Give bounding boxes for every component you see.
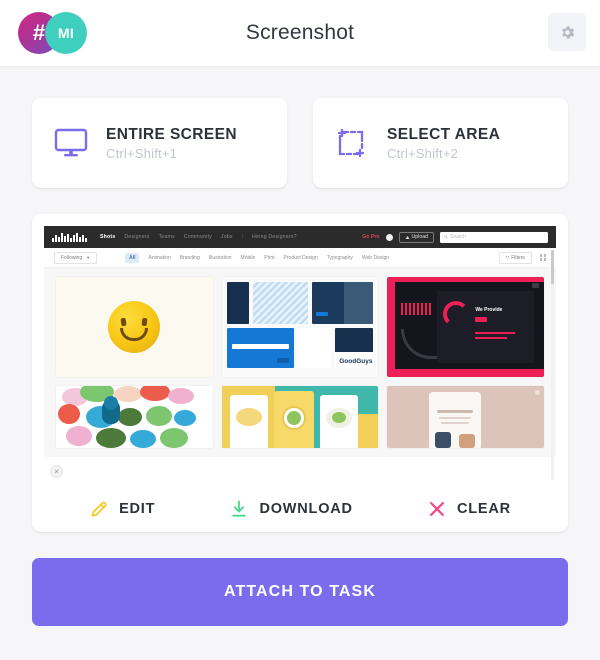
- monitor-icon: [54, 128, 100, 158]
- search-input[interactable]: Search: [440, 231, 548, 243]
- attach-to-task-button[interactable]: ATTACH TO TASK: [32, 558, 568, 626]
- upload-label: Upload: [411, 234, 428, 240]
- x-icon: [430, 502, 444, 516]
- category-print[interactable]: Print: [264, 255, 274, 261]
- select-area-button[interactable]: SELECT AREA Ctrl+Shift+2: [313, 98, 568, 188]
- category-typography[interactable]: Typography: [327, 255, 353, 261]
- category-illustration[interactable]: Illustration: [209, 255, 232, 261]
- crop-selection-icon: [335, 127, 381, 159]
- entire-screen-button[interactable]: ENTIRE SCREEN Ctrl+Shift+1: [32, 98, 287, 188]
- app-header: # MI Screenshot: [0, 0, 600, 66]
- captured-site-filterbar: Following ▼ All Animation Branding Illus…: [44, 248, 556, 268]
- shot-thumb-food-app[interactable]: [221, 386, 379, 448]
- shot-thumb-dark-web[interactable]: We Provide: [387, 277, 544, 377]
- entire-screen-label: ENTIRE SCREEN: [106, 125, 237, 143]
- search-icon: [444, 235, 448, 239]
- grid-view-icon[interactable]: [539, 254, 546, 261]
- preview-action-row: EDIT DOWNLOAD CLEAR: [32, 486, 568, 532]
- select-area-label: SELECT AREA: [387, 125, 501, 143]
- following-dropdown[interactable]: Following ▼: [54, 251, 98, 264]
- preview-scrollbar[interactable]: [551, 250, 554, 480]
- nav-separator: |: [241, 234, 244, 240]
- category-animation[interactable]: Animation: [148, 255, 170, 261]
- upload-icon: [405, 235, 410, 239]
- avatar[interactable]: [385, 233, 393, 241]
- filters-label: Filters: [511, 254, 525, 261]
- settings-button[interactable]: [548, 13, 586, 51]
- shot-thumb-smiley[interactable]: [56, 277, 213, 377]
- category-list: All Animation Branding Illustration Mobi…: [125, 252, 389, 263]
- nav-link-community[interactable]: Community: [184, 234, 212, 240]
- category-mobile[interactable]: Mobile: [241, 255, 256, 261]
- entire-screen-shortcut: Ctrl+Shift+1: [106, 146, 178, 162]
- app-logo: # MI: [18, 9, 96, 57]
- shot-thumb-goodguys[interactable]: GoodGuys: [221, 277, 379, 377]
- filters-button[interactable]: ▽ Filters: [498, 251, 532, 264]
- capture-mode-row: ENTIRE SCREEN Ctrl+Shift+1 SELECT AREA C…: [32, 66, 568, 188]
- pencil-icon: [91, 501, 107, 517]
- edit-button[interactable]: EDIT: [89, 499, 155, 519]
- filterbar-right-group: ▽ Filters: [498, 251, 546, 264]
- navbar-right-group: Go Pro Upload Search: [362, 231, 548, 243]
- select-area-shortcut: Ctrl+Shift+2: [387, 146, 459, 162]
- logo-mi-circle: MI: [45, 12, 87, 54]
- go-pro-link[interactable]: Go Pro: [362, 234, 379, 240]
- clear-label: CLEAR: [456, 501, 511, 517]
- nav-link-jobs[interactable]: Jobs: [221, 234, 233, 240]
- filter-funnel-icon: ▽: [505, 254, 510, 260]
- dribbble-logo: [52, 232, 87, 242]
- dark-web-heading: We Provide: [475, 307, 503, 313]
- download-label: DOWNLOAD: [259, 501, 353, 517]
- screenshot-preview-card: Shots Designers Teams Community Jobs | H…: [32, 214, 568, 532]
- clear-button[interactable]: CLEAR: [427, 499, 511, 519]
- captured-site-navbar: Shots Designers Teams Community Jobs | H…: [44, 226, 556, 248]
- category-all[interactable]: All: [125, 252, 140, 263]
- smiley-illustration: [108, 301, 161, 353]
- nav-link-teams[interactable]: Teams: [159, 234, 175, 240]
- close-icon[interactable]: ✕: [50, 465, 63, 478]
- nav-link-hiring[interactable]: Hiring Designers?: [252, 234, 297, 240]
- upload-button[interactable]: Upload: [398, 231, 434, 243]
- screenshot-thumbnail-image[interactable]: Shots Designers Teams Community Jobs | H…: [44, 226, 556, 486]
- shot-thumb-colorful-illustration[interactable]: [56, 386, 213, 448]
- gear-icon: [561, 25, 574, 39]
- category-branding[interactable]: Branding: [180, 255, 200, 261]
- captured-site-shot-grid: GoodGuys We Provide: [44, 268, 556, 457]
- nav-link-designers[interactable]: Designers: [124, 234, 149, 240]
- download-icon: [232, 500, 247, 517]
- chevron-down-icon: ▼: [86, 255, 91, 260]
- goodguys-brand-text: GoodGuys: [339, 358, 373, 365]
- search-placeholder: Search: [450, 234, 466, 240]
- category-web-design[interactable]: Web Design: [362, 255, 389, 261]
- download-button[interactable]: DOWNLOAD: [229, 499, 352, 519]
- edit-label: EDIT: [119, 501, 156, 517]
- shot-thumb-beige-mobile[interactable]: [387, 386, 544, 448]
- category-product-design[interactable]: Product Design: [284, 255, 318, 261]
- following-label: Following: [61, 254, 83, 261]
- nav-link-shots[interactable]: Shots: [100, 234, 115, 240]
